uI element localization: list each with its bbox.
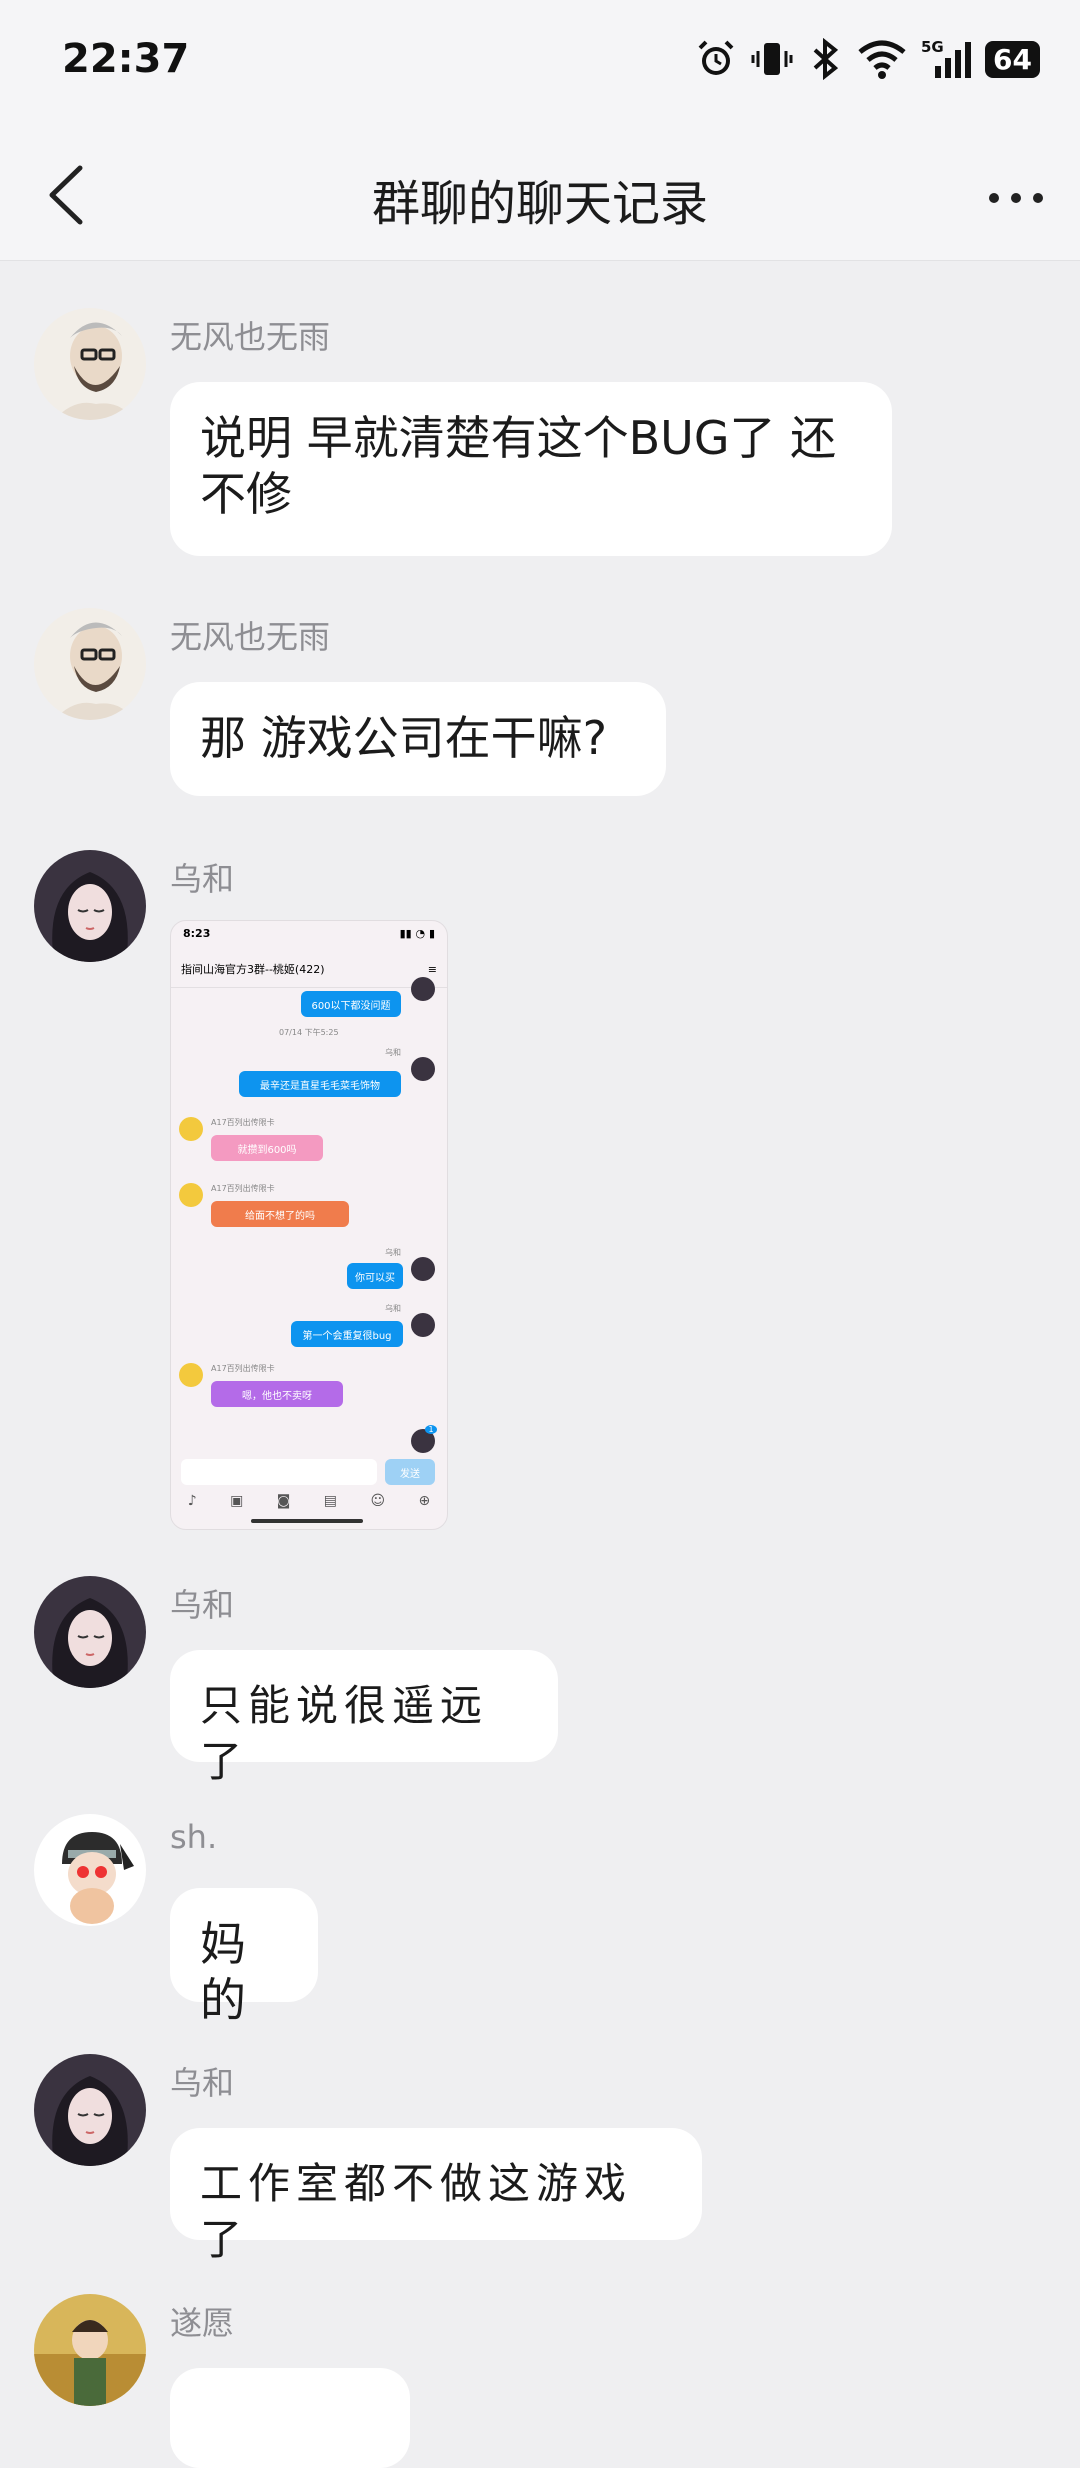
avatar[interactable] [34, 1814, 146, 1926]
message-bubble[interactable]: 工作室都不做这游戏了 [170, 2128, 702, 2264]
shot-status-bar: 8:23 ▮▮ ◔ ▮ [171, 921, 447, 951]
message-bubble[interactable]: 妈的 [170, 1888, 318, 2027]
avatar[interactable] [34, 1576, 146, 1688]
avatar[interactable] [34, 2294, 146, 2406]
shot-bubble: 给面不想了的吗 [211, 1201, 349, 1227]
shot-emoji-icon: ☺ [370, 1493, 386, 1509]
shot-avatar [411, 1057, 435, 1081]
shot-timestamp: 07/14 下午5:25 [279, 1028, 339, 1037]
shot-avatar [179, 1117, 203, 1141]
shot-bubble: 嗯，他也不卖呀 [211, 1381, 343, 1407]
battery-level: 64 [993, 42, 1032, 76]
shot-mic-icon: ♪ [187, 1493, 197, 1509]
shot-avatar [411, 977, 435, 1001]
shot-status-icons: ▮▮ ◔ ▮ [399, 927, 435, 940]
avatar[interactable] [34, 2054, 146, 2166]
wifi-icon [858, 40, 906, 79]
avatar-illustration-old-man [34, 608, 146, 720]
shot-sender: 乌和 [385, 1248, 401, 1257]
message-bubble[interactable]: 只能说很遥远了 [170, 1650, 558, 1786]
shot-avatar [179, 1183, 203, 1207]
top-nav-bar: 群聊的聊天记录 [0, 130, 1080, 261]
shot-send-button: 发送 [385, 1459, 435, 1485]
avatar-illustration-field [34, 2294, 146, 2406]
shot-unread-badge: 1 [425, 1425, 437, 1434]
shot-image-icon: ▣ [230, 1493, 244, 1509]
message-bubble[interactable] [170, 2368, 410, 2468]
sender-name: 乌和 [170, 1586, 235, 1624]
status-bar: 22:37 5G 64 [0, 0, 1080, 130]
avatar-illustration-old-man [34, 308, 146, 420]
sender-name: 遂愿 [170, 2304, 235, 2342]
shot-title: 指间山海官方3群--桃姬(422) [181, 963, 325, 976]
shot-other-sender: A17百列出传限卡 [211, 1364, 275, 1373]
shot-menu-icon: ≡ [427, 962, 437, 976]
avatar-illustration-dark-hair [34, 850, 146, 962]
shot-sender: 乌和 [385, 1304, 401, 1313]
shot-bubble: 600以下都没问题 [301, 991, 401, 1017]
shot-bubble: 最辛还是直星毛毛菜毛饰物 [239, 1071, 401, 1097]
battery-icon: 64 [985, 40, 1040, 78]
shot-gift-icon: ▤ [323, 1493, 338, 1509]
sender-name: 无风也无雨 [170, 318, 331, 356]
shot-bubble: 就攒到600吗 [211, 1135, 323, 1161]
alarm-icon [698, 40, 734, 75]
vibrate-icon [751, 43, 793, 75]
avatar[interactable] [34, 308, 146, 420]
shot-time: 8:23 [183, 927, 211, 940]
sender-name: 乌和 [170, 2064, 235, 2102]
more-dots-icon[interactable] [976, 168, 1056, 228]
shot-other-sender: A17百列出传限卡 [211, 1118, 275, 1127]
message-bubble[interactable]: 那 游戏公司在干嘛? [170, 682, 666, 796]
signal-5g-icon: 5G [921, 38, 972, 78]
shot-bubble: 你可以买 [347, 1263, 403, 1289]
image-message-screenshot[interactable]: 8:23 ▮▮ ◔ ▮ 指间山海官方3群--桃姬(422) ≡ 600以下都没问… [170, 920, 448, 1530]
shot-input [181, 1459, 377, 1485]
shot-avatar [411, 1313, 435, 1337]
sender-name: 无风也无雨 [170, 618, 331, 656]
status-icons: 5G 64 [695, 38, 1040, 80]
shot-home-indicator [251, 1519, 363, 1523]
message-bubble[interactable]: 说明 早就清楚有这个BUG了 还不修 [170, 382, 892, 556]
shot-sender: 乌和 [385, 1048, 401, 1057]
shot-avatar [411, 1257, 435, 1281]
shot-camera-icon: ◙ [276, 1493, 291, 1509]
sender-name: sh. [170, 1818, 218, 1856]
avatar-illustration-dark-hair [34, 2054, 146, 2166]
avatar[interactable] [34, 608, 146, 720]
shot-header: 指间山海官方3群--桃姬(422) ≡ [171, 951, 447, 988]
avatar-illustration-dark-hair [34, 1576, 146, 1688]
shot-bubble: 第一个会重复很bug [291, 1321, 403, 1347]
sender-name: 乌和 [170, 860, 235, 898]
bluetooth-icon [813, 38, 839, 80]
avatar-illustration-ninja [34, 1814, 146, 1926]
shot-plus-icon: ⊕ [418, 1493, 431, 1509]
shot-avatar [179, 1363, 203, 1387]
shot-toolbar: ♪ ▣ ◙ ▤ ☺ ⊕ [171, 1493, 447, 1509]
page-title: 群聊的聊天记录 [371, 176, 708, 232]
svg-text:5G: 5G [921, 38, 944, 56]
avatar[interactable] [34, 850, 146, 962]
status-time: 22:37 [62, 36, 190, 82]
shot-other-sender: A17百列出传限卡 [211, 1184, 275, 1193]
